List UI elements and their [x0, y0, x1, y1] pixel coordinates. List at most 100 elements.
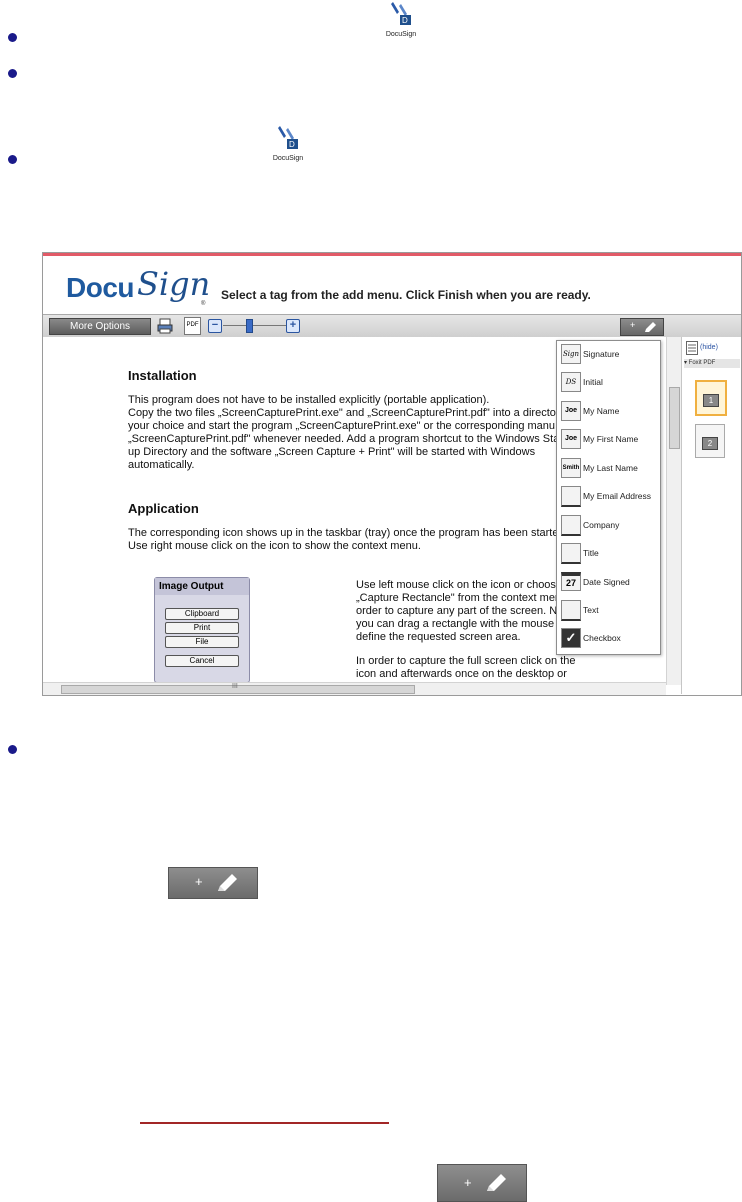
tag-date-signed[interactable]: 27 Date Signed: [557, 569, 660, 597]
document-name-label: ▾ Foxit PDF: [684, 359, 740, 368]
plus-icon: +: [630, 320, 636, 330]
usage-line: In order to capture the full screen clic…: [356, 655, 576, 667]
blank-field-icon: [561, 600, 581, 621]
zoom-slider-thumb[interactable]: [246, 319, 253, 333]
application-heading: Application: [128, 501, 199, 516]
page-number: 2: [702, 437, 718, 450]
tag-title[interactable]: Title: [557, 540, 660, 568]
installation-line: up Directory and the software „Screen Ca…: [128, 446, 536, 458]
installation-line: your choice and start the program „Scree…: [128, 420, 556, 432]
usage-line: „Capture Rectancle" from the context mer: [356, 592, 559, 604]
first-name-icon: Joe: [561, 429, 581, 449]
add-tag-menu: Sign Signature DS Initial Joe My Name Jo…: [556, 340, 661, 655]
file-button: File: [165, 636, 239, 648]
signature-icon: Sign: [561, 344, 581, 364]
tag-label: Title: [583, 548, 599, 558]
toolbar: More Options PDF − + +: [43, 314, 741, 338]
installation-line: „ScreenCapturePrint.pdf" whenever needed…: [128, 433, 560, 445]
tag-my-email-address[interactable]: My Email Address: [557, 483, 660, 511]
tag-label: My Email Address: [583, 491, 652, 501]
tag-label: My First Name: [583, 434, 639, 444]
tag-text[interactable]: Text: [557, 597, 660, 625]
logo-registered: ®: [201, 301, 206, 307]
pencil-icon: [487, 1174, 506, 1191]
tag-label: Text: [583, 605, 599, 615]
last-name-icon: Smith: [561, 458, 581, 478]
pdf-icon[interactable]: PDF: [184, 317, 201, 335]
tag-company[interactable]: Company: [557, 512, 660, 540]
logo-sign: Sign: [137, 265, 211, 303]
tag-label: My Name: [583, 406, 620, 416]
tag-initial[interactable]: DS Initial: [557, 369, 660, 397]
docusign-pen-icon: D: [278, 126, 298, 149]
vertical-scroll-thumb[interactable]: [669, 387, 680, 449]
svg-text:D: D: [402, 16, 408, 25]
scroll-grip: III: [232, 683, 238, 690]
tag-my-first-name[interactable]: Joe My First Name: [557, 426, 660, 454]
docusign-icon: D DocuSign: [262, 124, 314, 162]
tag-signature[interactable]: Sign Signature: [557, 341, 660, 369]
blank-field-icon: [561, 515, 581, 536]
initial-icon: DS: [561, 372, 581, 392]
cancel-button: Cancel: [165, 655, 239, 667]
tag-label: Checkbox: [583, 633, 621, 643]
usage-line: Use left mouse click on the icon or choo…: [356, 579, 556, 591]
docusign-caption: DocuSign: [385, 31, 417, 38]
tag-checkbox[interactable]: ✓ Checkbox: [557, 625, 660, 653]
logo-docu: Docu: [66, 272, 135, 303]
installation-heading: Installation: [128, 368, 197, 383]
pencil-icon: [645, 322, 656, 332]
add-tag-button-large[interactable]: +: [437, 1164, 527, 1202]
add-tag-button[interactable]: +: [620, 318, 664, 336]
svg-text:D: D: [289, 140, 295, 149]
horizontal-scroll-thumb[interactable]: III: [61, 683, 415, 694]
docusign-pen-icon: D: [391, 2, 411, 25]
pencil-icon: [218, 874, 237, 891]
zoom-slider-track[interactable]: [223, 325, 293, 326]
bullet-3: [8, 155, 17, 164]
docusign-icon: D DocuSign: [375, 0, 427, 38]
tag-label: Initial: [583, 377, 603, 387]
page-number: 1: [703, 394, 719, 407]
plus-icon: +: [195, 874, 203, 889]
page-thumbnail-1[interactable]: 1: [695, 380, 727, 416]
image-output-title: Image Output: [155, 578, 249, 595]
blank-field-icon: [561, 486, 581, 507]
banner-message: Select a tag from the add menu. Click Fi…: [221, 288, 591, 302]
installation-line: This program does not have to be install…: [128, 394, 490, 406]
usage-line: you can drag a rectangle with the mouse: [356, 618, 555, 630]
tag-my-name[interactable]: Joe My Name: [557, 398, 660, 426]
usage-line: order to capture any part of the screen.…: [356, 605, 558, 617]
name-icon: Joe: [561, 401, 581, 421]
usage-line: define the requested screen area.: [356, 631, 521, 643]
horizontal-scrollbar[interactable]: III: [43, 682, 666, 695]
usage-line: icon and afterwards once on the desktop …: [356, 668, 567, 680]
page-thumbnail-2[interactable]: 2: [695, 424, 725, 458]
pdf-icon-label: PDF: [186, 322, 199, 328]
tag-my-last-name[interactable]: Smith My Last Name: [557, 455, 660, 483]
tag-label: Date Signed: [583, 577, 630, 587]
docusign-banner: Docu Sign ® Select a tag from the add me…: [43, 256, 741, 314]
docusign-screenshot: Docu Sign ® Select a tag from the add me…: [42, 252, 742, 696]
vertical-scrollbar[interactable]: [666, 337, 681, 685]
red-link-underline: [140, 1122, 389, 1124]
installation-line: Copy the two files „ScreenCapturePrint.e…: [128, 407, 556, 419]
hide-thumbnails-link[interactable]: (hide): [700, 344, 718, 351]
print-icon[interactable]: [156, 317, 174, 335]
application-line: The corresponding icon shows up in the t…: [128, 527, 559, 539]
tag-label: Signature: [583, 349, 620, 359]
zoom-in-button[interactable]: +: [286, 319, 300, 333]
application-line: Use right mouse click on the icon to sho…: [128, 540, 421, 552]
image-output-dialog: Image Output Clipboard Print File Cancel: [154, 577, 250, 682]
add-tag-button-large[interactable]: +: [168, 867, 258, 899]
more-options-button[interactable]: More Options: [49, 318, 151, 335]
bullet-4: [8, 745, 17, 754]
zoom-out-button[interactable]: −: [208, 319, 222, 333]
print-button: Print: [165, 622, 239, 634]
docusign-caption: DocuSign: [272, 155, 304, 162]
bullet-1: [8, 33, 17, 42]
tag-label: My Last Name: [583, 463, 638, 473]
thumbnail-panel: (hide) ▾ Foxit PDF 1 2: [681, 337, 741, 694]
calendar-icon: 27: [561, 572, 581, 591]
page-list-icon: [686, 341, 698, 355]
